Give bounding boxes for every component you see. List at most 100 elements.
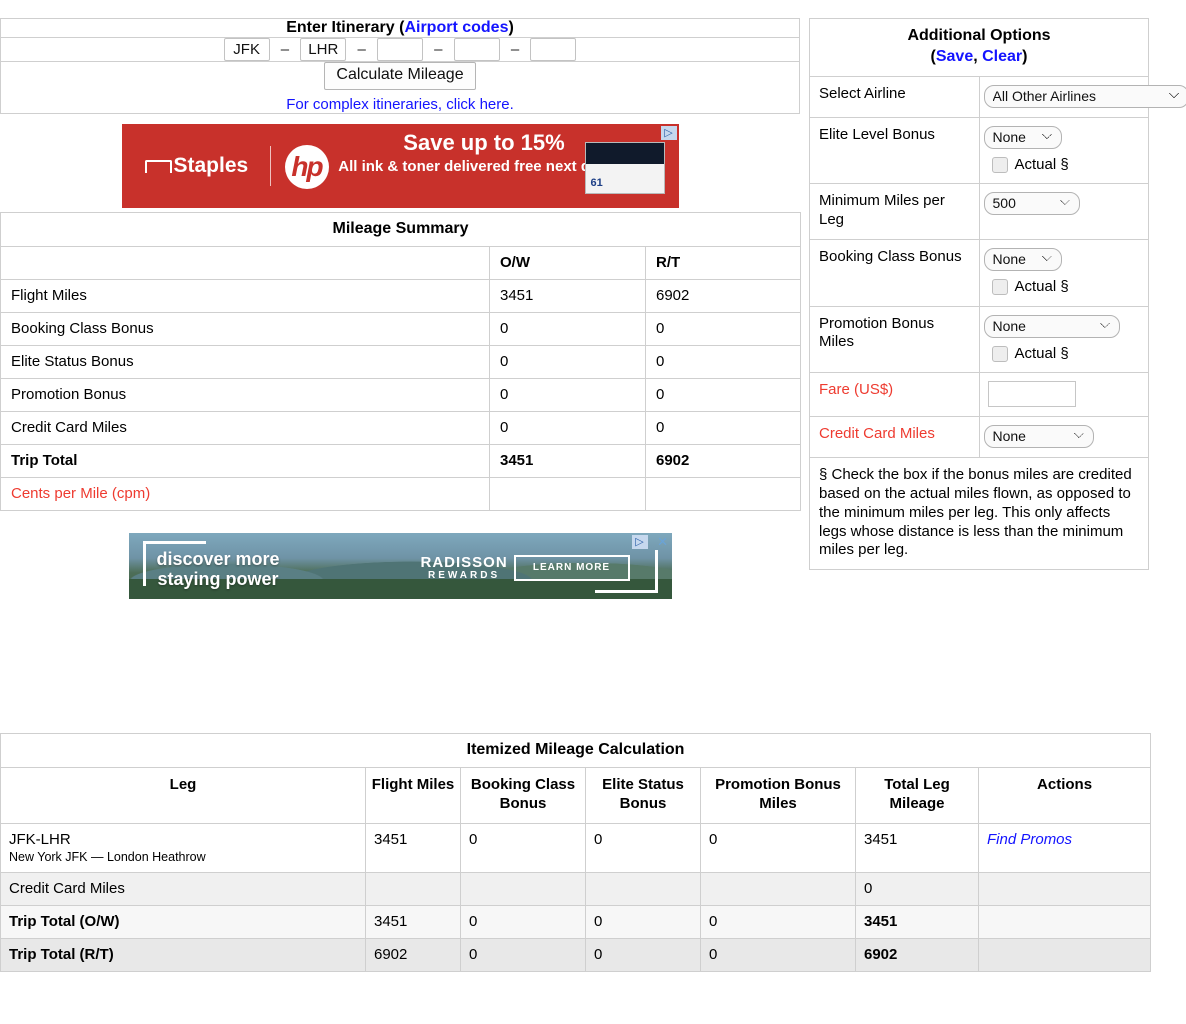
mileage-summary-title: Mileage Summary bbox=[0, 211, 802, 247]
options-paren-close: ) bbox=[1022, 47, 1028, 65]
airport-code-input-1[interactable] bbox=[223, 38, 270, 61]
promotion-actual-label: Actual § bbox=[1014, 344, 1069, 362]
elite-level-dropdown[interactable]: None bbox=[983, 125, 1062, 149]
actions-cell bbox=[977, 871, 1152, 906]
find-promos-link[interactable]: Find Promos bbox=[987, 831, 1072, 848]
summary-rt: 6902 bbox=[644, 278, 802, 313]
promotion-bonus-miles-cell bbox=[700, 871, 856, 906]
itinerary-inputs-row: – – – – bbox=[0, 37, 800, 62]
complex-itineraries-link[interactable]: For complex itineraries, click here. bbox=[1, 96, 799, 113]
summary-rt: 0 bbox=[644, 344, 802, 379]
booking-class-bonus-cell: 0 bbox=[460, 937, 586, 972]
summary-label: Promotion Bonus bbox=[0, 377, 490, 412]
radisson-brand-logo: RADISSON REWARDS bbox=[421, 554, 508, 581]
airport-code-input-2[interactable] bbox=[300, 38, 347, 61]
summary-ow: 0 bbox=[489, 377, 646, 412]
summary-rt: 0 bbox=[644, 410, 802, 445]
promotion-bonus-dropdown[interactable]: None bbox=[983, 314, 1120, 338]
elite-status-bonus-cell bbox=[585, 871, 701, 906]
select-airline-dropdown[interactable]: All Other Airlines bbox=[983, 84, 1186, 108]
minimum-miles-field: 500 bbox=[978, 183, 1149, 240]
summary-rt: 0 bbox=[644, 311, 802, 346]
col-promotion-bonus-miles: Promotion Bonus Miles bbox=[700, 767, 856, 824]
learn-more-button[interactable]: LEARN MORE bbox=[513, 554, 630, 581]
table-row: Credit Card Miles 0 bbox=[0, 871, 1152, 906]
promotion-bonus-miles-cell: 0 bbox=[700, 904, 856, 939]
airport-code-input-5[interactable] bbox=[530, 38, 577, 61]
ad-divider bbox=[269, 145, 271, 186]
summary-rt: 6902 bbox=[644, 443, 802, 478]
option-row-booking-class: Booking Class Bonus None Actual § bbox=[809, 238, 1149, 307]
booking-class-bonus-cell: 0 bbox=[460, 904, 586, 939]
credit-card-miles-label: Credit Card Miles bbox=[809, 416, 980, 459]
additional-options-title: Additional Options (Save, Clear) bbox=[809, 18, 1149, 77]
radisson-rewards-banner-ad[interactable]: discover more staying power RADISSON REW… bbox=[128, 532, 672, 599]
segment-separator-3: – bbox=[434, 41, 443, 58]
staples-brand-label: Staples bbox=[173, 153, 249, 177]
elite-actual-checkbox[interactable] bbox=[991, 156, 1008, 173]
elite-status-bonus-cell: 0 bbox=[585, 822, 701, 873]
flight-miles-cell: 6902 bbox=[365, 937, 461, 972]
credit-card-miles-field: None bbox=[978, 416, 1149, 459]
airport-code-input-4[interactable] bbox=[453, 38, 500, 61]
option-row-minimum-miles: Minimum Miles per Leg 500 bbox=[809, 183, 1149, 240]
itemized-mileage-table: Itemized Mileage Calculation Leg Flight … bbox=[0, 733, 1152, 972]
additional-options-panel: Additional Options (Save, Clear) Select … bbox=[809, 18, 1186, 571]
col-leg: Leg bbox=[0, 767, 366, 824]
options-title-text: Additional Options bbox=[907, 27, 1051, 44]
elite-status-bonus-cell: 0 bbox=[585, 937, 701, 972]
radisson-tagline: discover more staying power bbox=[157, 549, 280, 590]
booking-class-bonus-field: None Actual § bbox=[978, 238, 1149, 307]
fare-field bbox=[978, 372, 1149, 418]
option-row-fare: Fare (US$) bbox=[809, 372, 1149, 418]
actions-cell bbox=[977, 937, 1152, 972]
option-row-elite-level: Elite Level Bonus None Actual § bbox=[809, 116, 1149, 185]
option-row-credit-card: Credit Card Miles None bbox=[809, 416, 1149, 459]
booking-class-bonus-cell: 0 bbox=[460, 822, 586, 873]
save-options-link[interactable]: Save bbox=[936, 48, 973, 65]
promotion-bonus-label: Promotion Bonus Miles bbox=[809, 305, 980, 374]
summary-row-elite-status-bonus: Elite Status Bonus 0 0 bbox=[0, 344, 802, 379]
summary-label: Credit Card Miles bbox=[0, 410, 490, 445]
clear-options-link[interactable]: Clear bbox=[982, 48, 1022, 65]
summary-row-flight-miles: Flight Miles 3451 6902 bbox=[0, 278, 802, 313]
summary-ow: 0 bbox=[489, 311, 646, 346]
elite-level-bonus-label: Elite Level Bonus bbox=[809, 116, 980, 185]
summary-col-ow: O/W bbox=[489, 245, 646, 280]
options-footnote: § Check the box if the bonus miles are c… bbox=[809, 457, 1149, 571]
airport-code-input-3[interactable] bbox=[377, 38, 423, 61]
booking-actual-checkbox-row: Actual § bbox=[984, 278, 1141, 297]
col-total-leg-mileage: Total Leg Mileage bbox=[855, 767, 979, 824]
flight-miles-cell bbox=[365, 871, 461, 906]
minimum-miles-dropdown[interactable]: 500 bbox=[983, 192, 1080, 216]
fare-input[interactable] bbox=[987, 381, 1076, 408]
itemized-title: Itemized Mileage Calculation bbox=[0, 733, 1152, 768]
paren-close: ) bbox=[508, 19, 514, 36]
table-row: Trip Total (O/W) 3451 0 0 0 3451 bbox=[0, 904, 1152, 939]
minimum-miles-label: Minimum Miles per Leg bbox=[809, 183, 980, 240]
adchoices-icon[interactable]: ▷ bbox=[631, 534, 648, 549]
adchoices-icon[interactable]: ▷ bbox=[660, 125, 677, 140]
calculate-mileage-button[interactable]: Calculate Mileage bbox=[324, 62, 476, 90]
summary-row-promotion-bonus: Promotion Bonus 0 0 bbox=[0, 377, 802, 412]
promotion-actual-checkbox-row: Actual § bbox=[984, 345, 1141, 364]
airport-codes-link[interactable]: Airport codes bbox=[404, 19, 508, 36]
segment-separator-1: – bbox=[280, 41, 290, 58]
flight-miles-cell: 3451 bbox=[365, 822, 461, 873]
close-ad-icon[interactable]: × bbox=[658, 533, 668, 551]
booking-actual-checkbox[interactable] bbox=[991, 279, 1008, 296]
segment-separator-4: – bbox=[510, 41, 520, 58]
additional-options-column: Additional Options (Save, Clear) Select … bbox=[809, 18, 1186, 571]
col-booking-class-bonus: Booking Class Bonus bbox=[460, 767, 586, 824]
summary-label: Elite Status Bonus bbox=[0, 344, 490, 379]
booking-class-dropdown[interactable]: None bbox=[983, 247, 1062, 271]
credit-card-dropdown[interactable]: None bbox=[983, 425, 1094, 449]
summary-label: Cents per Mile (cpm) bbox=[0, 476, 490, 511]
total-leg-mileage-cell: 3451 bbox=[855, 822, 979, 873]
itinerary-title: Enter Itinerary (Airport codes) bbox=[0, 18, 800, 38]
promotion-actual-checkbox[interactable] bbox=[991, 345, 1008, 362]
options-comma: , bbox=[973, 47, 983, 65]
leg-cell: Credit Card Miles bbox=[0, 871, 366, 906]
staples-hp-banner-ad[interactable]: Staples hp Save up to 15% All ink & tone… bbox=[121, 123, 679, 208]
staples-logo-icon bbox=[144, 159, 172, 173]
